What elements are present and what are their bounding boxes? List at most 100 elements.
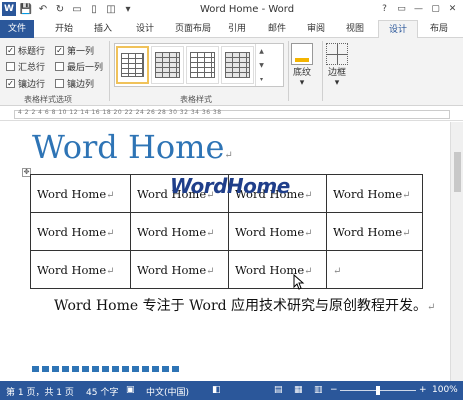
proofing-icon[interactable]: ▣ — [126, 385, 135, 395]
zoom-in-icon[interactable]: + — [419, 385, 427, 395]
table-row: Word Home↵ Word Home↵ Word Home↵ ↵ — [30, 250, 423, 289]
open-folder-icon[interactable]: ▭ — [70, 2, 84, 16]
table-style-swatch[interactable] — [221, 46, 254, 84]
paint-bucket-icon — [291, 43, 313, 65]
minimize-button[interactable]: — — [410, 0, 427, 18]
vertical-scrollbar[interactable] — [450, 122, 463, 381]
option-first-column[interactable]: ✓ 第一列 — [55, 44, 94, 57]
body-paragraph[interactable]: Word Home 专注于 Word 应用技术研究与原创教程开发。↵ — [32, 292, 442, 322]
table-cell[interactable]: Word Home↵ — [30, 212, 131, 251]
quick-access-toolbar: W 💾 ↶ ↻ ▭ ▯ ◫ ▾ — [2, 2, 135, 16]
zoom-slider-knob[interactable] — [376, 386, 380, 395]
checkbox-banded-rows[interactable]: ✓ — [6, 79, 15, 88]
table-cell[interactable]: Word Home↵ — [326, 212, 423, 251]
tab-table-layout[interactable]: 布局 — [420, 20, 458, 38]
ruler-ticks: 4 2 2 4 6 8 10 12 14 16 18 20 22 24 26 2… — [18, 109, 222, 116]
wordhome-watermark-logo: WordHome — [170, 174, 290, 198]
close-button[interactable]: ✕ — [444, 0, 461, 18]
table-cell[interactable]: Word Home↵ — [326, 174, 423, 213]
table-style-swatch[interactable] — [151, 46, 184, 84]
option-label: 镶边行 — [18, 80, 46, 90]
table-cell[interactable]: Word Home↵ — [130, 212, 229, 251]
option-label: 镶边列 — [67, 80, 95, 90]
language-indicator[interactable]: 中文(中国) — [146, 385, 189, 398]
group-separator — [288, 41, 289, 101]
word-logo-icon[interactable]: W — [2, 2, 16, 16]
undo-icon[interactable]: ↶ — [36, 2, 50, 16]
option-header-row[interactable]: ✓ 标题行 — [6, 44, 45, 57]
tab-insert[interactable]: 插入 — [84, 20, 122, 38]
status-bar: 第 1 页，共 1 页 45 个字 ▣ 中文(中国) ◧ ▤ ▦ ▥ − + 1… — [0, 381, 463, 400]
group-separator — [109, 41, 110, 101]
table-cell[interactable]: Word Home↵ — [30, 174, 131, 213]
redo-icon[interactable]: ↻ — [53, 2, 67, 16]
table-cell[interactable]: Word Home↵ — [30, 250, 131, 289]
tab-home[interactable]: 开始 — [44, 20, 84, 38]
checkbox-last-column[interactable] — [55, 62, 64, 71]
tab-references[interactable]: 引用 — [218, 20, 256, 38]
read-mode-icon[interactable]: ▤ — [274, 385, 283, 395]
table-cell[interactable]: ↵ — [326, 250, 423, 289]
maximize-button[interactable]: ▢ — [427, 0, 444, 18]
print-preview-icon[interactable]: ◫ — [104, 2, 118, 16]
print-layout-icon[interactable]: ▦ — [294, 385, 303, 395]
borders-icon — [326, 43, 348, 65]
tab-mailings[interactable]: 邮件 — [256, 20, 298, 38]
heading-text: Word Home — [32, 128, 225, 166]
customize-qat-icon[interactable]: ▾ — [121, 2, 135, 16]
save-icon[interactable]: 💾 — [19, 2, 33, 16]
document-heading[interactable]: Word Home↵ — [32, 128, 233, 166]
option-banded-columns[interactable]: 镶边列 — [55, 77, 94, 90]
tab-review[interactable]: 审阅 — [298, 20, 334, 38]
word-count[interactable]: 45 个字 — [86, 385, 118, 398]
horizontal-ruler[interactable]: 4 2 2 4 6 8 10 12 14 16 18 20 22 24 26 2… — [0, 107, 463, 121]
checkbox-header-row[interactable]: ✓ — [6, 46, 15, 55]
group-label-style-options: 表格样式选项 — [24, 95, 72, 104]
option-last-column[interactable]: 最后一列 — [55, 60, 103, 73]
checkbox-total-row[interactable] — [6, 62, 15, 71]
tab-page-layout[interactable]: 页面布局 — [168, 20, 218, 38]
tab-table-design[interactable]: 设计 — [378, 20, 418, 39]
document-area[interactable]: Word Home↵ ✥ Word Home↵ Word Home↵ Word … — [0, 122, 450, 381]
tab-file[interactable]: 文件 — [0, 20, 34, 38]
gallery-scroll[interactable]: ▲ ▼ ▾ — [255, 44, 267, 86]
zoom-out-icon[interactable]: − — [330, 385, 338, 395]
zoom-level[interactable]: 100% — [432, 385, 458, 395]
borders-button[interactable]: 边框 ▾ — [326, 43, 348, 88]
shading-label: 底纹 — [292, 68, 311, 78]
help-button[interactable]: ? — [376, 0, 393, 18]
tab-view[interactable]: 视图 — [334, 20, 376, 38]
checkbox-first-column[interactable]: ✓ — [55, 46, 64, 55]
page-count[interactable]: 第 1 页，共 1 页 — [6, 385, 74, 398]
macro-recording-icon[interactable]: ◧ — [212, 385, 221, 395]
table-style-swatch[interactable] — [116, 46, 149, 84]
hyperlink-partial[interactable] — [32, 362, 182, 372]
tab-design[interactable]: 设计 — [122, 20, 168, 38]
new-document-icon[interactable]: ▯ — [87, 2, 101, 16]
table-style-swatch[interactable] — [186, 46, 219, 84]
mouse-pointer-icon — [293, 274, 305, 290]
scroll-down-icon[interactable]: ▼ — [256, 58, 267, 72]
paragraph-mark: ↵ — [224, 150, 233, 161]
scroll-up-icon[interactable]: ▲ — [256, 44, 267, 58]
chevron-down-icon: ▾ — [299, 78, 305, 88]
paragraph-mark: ↵ — [427, 302, 436, 313]
checkbox-banded-columns[interactable] — [55, 79, 64, 88]
paragraph-text: Word Home 专注于 Word 应用技术研究与原创教程开发。 — [54, 298, 428, 314]
table-cell[interactable]: Word Home↵ — [228, 212, 327, 251]
group-separator — [322, 41, 323, 101]
scrollbar-thumb[interactable] — [454, 152, 461, 192]
option-label: 汇总行 — [18, 63, 46, 73]
web-layout-icon[interactable]: ▥ — [314, 385, 323, 395]
option-label: 最后一列 — [67, 63, 104, 73]
title-bar: W 💾 ↶ ↻ ▭ ▯ ◫ ▾ Word Home - Word ? ▭ — ▢… — [0, 0, 463, 20]
option-banded-rows[interactable]: ✓ 镶边行 — [6, 77, 45, 90]
window-title: Word Home - Word — [200, 4, 295, 15]
table-cell[interactable]: Word Home↵ — [130, 250, 229, 289]
shading-button[interactable]: 底纹 ▾ — [291, 43, 313, 88]
option-total-row[interactable]: 汇总行 — [6, 60, 45, 73]
chevron-down-icon: ▾ — [334, 78, 340, 88]
ribbon-display-button[interactable]: ▭ — [393, 0, 410, 18]
gallery-more-icon[interactable]: ▾ — [256, 72, 267, 86]
table-cell[interactable]: Word Home↵ — [228, 250, 327, 289]
